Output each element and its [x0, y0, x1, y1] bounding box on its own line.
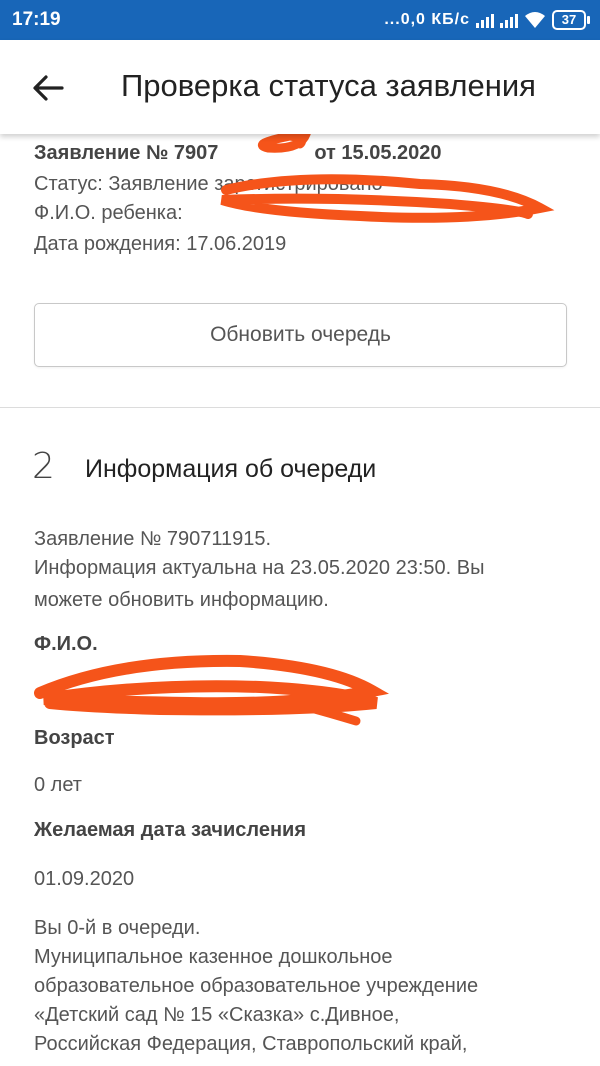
battery-level: 37	[552, 10, 586, 30]
info-updated-line-1: Информация актуальна на 23.05.2020 23:50…	[34, 557, 485, 579]
institution-line-2: образовательное образовательное учрежден…	[34, 975, 479, 997]
application-status: Статус: Заявление зарегистрировано	[34, 173, 383, 195]
queue-position: Вы 0-й в очереди.	[34, 917, 201, 939]
step-number: 2	[32, 446, 55, 487]
info-updated-line-2: можете обновить информацию.	[34, 589, 329, 611]
age-value: 0 лет	[34, 774, 82, 796]
network-speed: ...0,0 КБ/с	[384, 11, 470, 28]
desired-date-value: 01.09.2020	[34, 868, 135, 890]
status-icons: ...0,0 КБ/с 37	[384, 8, 590, 32]
queue-application-number: Заявление № 790711915.	[34, 528, 272, 550]
application-number-prefix: Заявление № 7907	[34, 142, 219, 164]
scroll-content[interactable]: Заявление № 7907 от 15.05.2020 Статус: За…	[0, 124, 600, 1066]
institution-line-1: Муниципальное казенное дошкольное	[34, 946, 393, 968]
institution-line-3: «Детский сад № 15 «Сказка» с.Дивное,	[34, 1004, 400, 1026]
application-date: от 15.05.2020	[314, 142, 442, 164]
age-label: Возраст	[34, 727, 115, 749]
application-number-line: Заявление № 7907 от 15.05.2020	[34, 142, 442, 165]
desired-date-label: Желаемая дата зачисления	[34, 819, 307, 841]
child-name-label: Ф.И.О. ребенка:	[34, 202, 183, 224]
institution-line-4: Российская Федерация, Ставропольский кра…	[34, 1033, 468, 1055]
signal-icon	[476, 12, 494, 28]
arrow-left-icon	[33, 75, 64, 101]
back-button[interactable]	[28, 68, 68, 108]
page-title: Проверка статуса заявления	[121, 68, 536, 103]
battery-icon: 37	[552, 10, 590, 30]
app-bar: Проверка статуса заявления	[0, 40, 600, 134]
section-divider	[0, 407, 600, 408]
signal-icon	[500, 12, 518, 28]
refresh-queue-button[interactable]: Обновить очередь	[34, 303, 567, 367]
section-title: Информация об очереди	[85, 455, 377, 483]
birth-date: Дата рождения: 17.06.2019	[34, 233, 287, 255]
clock: 17:19	[12, 9, 61, 30]
fio-label: Ф.И.О.	[34, 633, 98, 655]
wifi-icon	[524, 11, 546, 29]
status-bar: 17:19 ...0,0 КБ/с 37	[0, 0, 600, 40]
